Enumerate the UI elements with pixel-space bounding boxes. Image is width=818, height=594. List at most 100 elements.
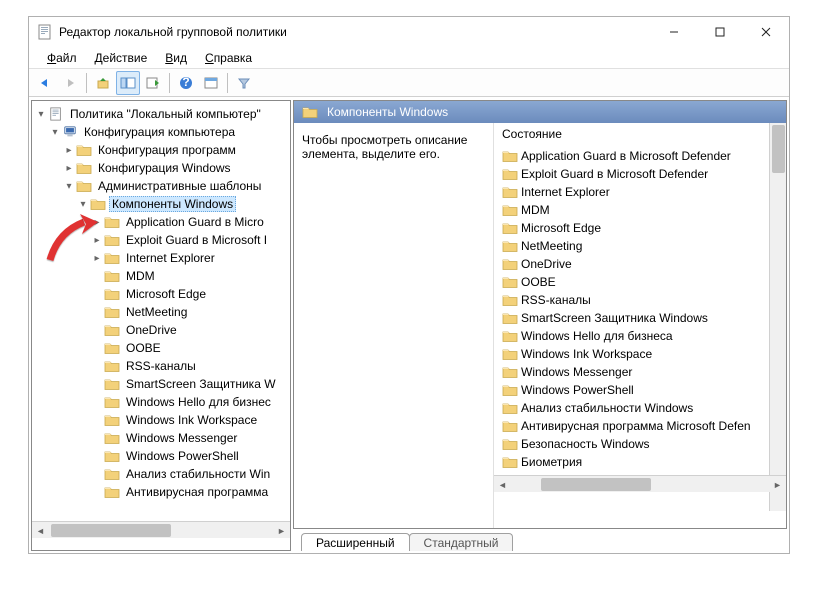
expand-icon[interactable]: ▸ (62, 145, 76, 156)
tree-node[interactable]: ▾ Политика "Локальный компьютер" (34, 105, 288, 123)
list-item-label: Windows PowerShell (521, 383, 634, 397)
menu-view[interactable]: Вид (157, 49, 195, 67)
list-item[interactable]: NetMeeting (498, 237, 782, 255)
tree-node[interactable]: ▸Windows PowerShell (34, 447, 288, 465)
tree-node[interactable]: ▸ Application Guard в Micro (34, 213, 288, 231)
show-hide-tree-button[interactable] (116, 71, 140, 95)
list-item[interactable]: Биометрия (498, 453, 782, 471)
tree-node[interactable]: ▸SmartScreen Защитника W (34, 375, 288, 393)
menu-help[interactable]: Справка (197, 49, 260, 67)
tree-node[interactable]: ▸ Exploit Guard в Microsoft I (34, 231, 288, 249)
tree-label[interactable]: Exploit Guard в Microsoft I (123, 232, 270, 248)
tree-node[interactable]: ▸MDM (34, 267, 288, 285)
list-item[interactable]: Exploit Guard в Microsoft Defender (498, 165, 782, 183)
tab-extended[interactable]: Расширенный (301, 533, 410, 551)
export-button[interactable] (141, 71, 165, 95)
list-vertical-scrollbar[interactable] (769, 123, 786, 511)
tree-label[interactable]: Windows Ink Workspace (123, 412, 260, 428)
tree-label[interactable]: Политика "Локальный компьютер" (67, 106, 264, 122)
back-button[interactable] (33, 71, 57, 95)
list-item[interactable]: OOBE (498, 273, 782, 291)
folder-icon (502, 239, 518, 253)
tree-node[interactable]: ▸NetMeeting (34, 303, 288, 321)
tree-node[interactable]: ▸Windows Hello для бизнес (34, 393, 288, 411)
list-item[interactable]: MDM (498, 201, 782, 219)
tree-label[interactable]: OOBE (123, 340, 164, 356)
expand-icon[interactable]: ▸ (62, 163, 76, 174)
tree-node[interactable]: ▾ Административные шаблоны (34, 177, 288, 195)
list-item[interactable]: Антивирусная программа Microsoft Defen (498, 417, 782, 435)
tree-label[interactable]: Internet Explorer (123, 250, 218, 266)
tree-horizontal-scrollbar[interactable]: ◄► (32, 521, 290, 538)
tree-node[interactable]: ▸Microsoft Edge (34, 285, 288, 303)
forward-button[interactable] (58, 71, 82, 95)
tree-node[interactable]: ▾ Компоненты Windows (34, 195, 288, 213)
list-item[interactable]: Анализ стабильности Windows (498, 399, 782, 417)
window-title: Редактор локальной групповой политики (59, 25, 651, 39)
expand-icon[interactable]: ▸ (90, 217, 104, 228)
expand-icon[interactable]: ▸ (90, 253, 104, 264)
list-item[interactable]: SmartScreen Защитника Windows (498, 309, 782, 327)
list-item[interactable]: Windows PowerShell (498, 381, 782, 399)
list-column[interactable]: Состояние Application Guard в Microsoft … (494, 123, 786, 528)
tree-label[interactable]: Конфигурация программ (95, 142, 239, 158)
tree-label[interactable]: Application Guard в Micro (123, 214, 267, 230)
tree-label[interactable]: Административные шаблоны (95, 178, 264, 194)
folder-icon (502, 167, 518, 181)
list-horizontal-scrollbar[interactable]: ◄► (494, 475, 786, 492)
list-item[interactable]: Windows Ink Workspace (498, 345, 782, 363)
tree-pane[interactable]: ▾ Политика "Локальный компьютер" ▾ Конфигур… (31, 100, 291, 551)
tree-node[interactable]: ▸ Конфигурация Windows (34, 159, 288, 177)
tree-label[interactable]: Windows Hello для бизнес (123, 394, 274, 410)
list-item[interactable]: RSS-каналы (498, 291, 782, 309)
tree-label[interactable]: MDM (123, 268, 158, 284)
tree-label[interactable]: Конфигурация компьютера (81, 124, 238, 140)
tree-label[interactable]: Антивирусная программа (123, 484, 271, 500)
tree-node[interactable]: ▸Windows Ink Workspace (34, 411, 288, 429)
collapse-icon[interactable]: ▾ (76, 199, 90, 210)
list-item[interactable]: Microsoft Edge (498, 219, 782, 237)
folder-icon (502, 185, 518, 199)
tree-label[interactable]: SmartScreen Защитника W (123, 376, 279, 392)
menu-file[interactable]: Файл (39, 49, 85, 67)
tree-node[interactable]: ▸ Конфигурация программ (34, 141, 288, 159)
tree-label[interactable]: Компоненты Windows (109, 196, 236, 212)
list-item[interactable]: OneDrive (498, 255, 782, 273)
tree-node[interactable]: ▾ Конфигурация компьютера (34, 123, 288, 141)
tree-label[interactable]: Windows PowerShell (123, 448, 242, 464)
expand-icon[interactable]: ▸ (90, 235, 104, 246)
list-item[interactable]: Windows Hello для бизнеса (498, 327, 782, 345)
tree-label[interactable]: OneDrive (123, 322, 180, 338)
maximize-button[interactable] (697, 17, 743, 47)
tree-node[interactable]: ▸Windows Messenger (34, 429, 288, 447)
tree-label[interactable]: Конфигурация Windows (95, 160, 234, 176)
tree-label[interactable]: Microsoft Edge (123, 286, 209, 302)
minimize-button[interactable] (651, 17, 697, 47)
column-header-state[interactable]: Состояние (494, 123, 786, 147)
tree-label[interactable]: NetMeeting (123, 304, 190, 320)
tree-node[interactable]: ▸OneDrive (34, 321, 288, 339)
tree-node[interactable]: ▸Анализ стабильности Win (34, 465, 288, 483)
folder-icon (502, 401, 518, 415)
menu-action[interactable]: Действие (87, 49, 156, 67)
up-button[interactable] (91, 71, 115, 95)
list-item[interactable]: Windows Messenger (498, 363, 782, 381)
tree-node[interactable]: ▸RSS-каналы (34, 357, 288, 375)
help-button[interactable]: ? (174, 71, 198, 95)
list-item[interactable]: Internet Explorer (498, 183, 782, 201)
collapse-icon[interactable]: ▾ (34, 109, 48, 120)
tree-node[interactable]: ▸ Internet Explorer (34, 249, 288, 267)
tree-label[interactable]: RSS-каналы (123, 358, 199, 374)
tree-label[interactable]: Анализ стабильности Win (123, 466, 273, 482)
filter-button[interactable] (232, 71, 256, 95)
properties-button[interactable] (199, 71, 223, 95)
close-button[interactable] (743, 17, 789, 47)
collapse-icon[interactable]: ▾ (62, 181, 76, 192)
tree-label[interactable]: Windows Messenger (123, 430, 240, 446)
tree-node[interactable]: ▸OOBE (34, 339, 288, 357)
list-item[interactable]: Безопасность Windows (498, 435, 782, 453)
tab-standard[interactable]: Стандартный (409, 533, 514, 551)
tree-node[interactable]: ▸Антивирусная программа (34, 483, 288, 501)
collapse-icon[interactable]: ▾ (48, 127, 62, 138)
list-item[interactable]: Application Guard в Microsoft Defender (498, 147, 782, 165)
